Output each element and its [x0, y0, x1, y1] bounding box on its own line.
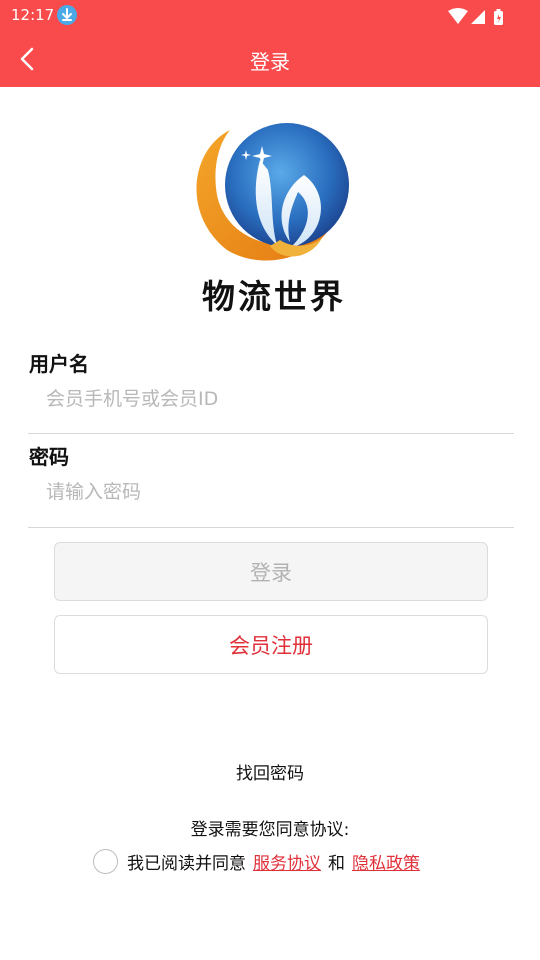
find-password-link[interactable]: 找回密码	[0, 759, 540, 784]
username-divider	[28, 433, 514, 434]
page-title: 登录	[250, 50, 290, 74]
agreement-radio[interactable]	[93, 848, 118, 874]
username-label: 用户名	[29, 352, 89, 376]
agreement-and: 和	[328, 853, 345, 874]
username-input[interactable]	[28, 379, 514, 419]
download-icon	[57, 5, 77, 25]
password-divider	[28, 527, 514, 528]
logo-text: 物流世界	[202, 277, 346, 316]
agreement-row: 我已阅读并同意 服务协议 和 隐私政策	[93, 847, 420, 875]
status-bar: 12:17	[0, 0, 540, 32]
password-label: 密码	[29, 445, 69, 469]
app-logo: 物流世界	[182, 120, 362, 316]
service-agreement-link[interactable]: 服务协议	[253, 849, 321, 874]
battery-icon	[494, 9, 503, 25]
signal-icon	[471, 10, 485, 24]
agreement-heading: 登录需要您同意协议:	[190, 820, 350, 840]
system-icons	[448, 8, 506, 30]
privacy-policy-link[interactable]: 隐私政策	[352, 849, 420, 874]
app-bar: 登录	[0, 32, 540, 87]
status-time: 12:17	[11, 6, 55, 24]
agreement-prefix: 我已阅读并同意	[127, 853, 246, 874]
login-button[interactable]: 登录	[54, 542, 488, 601]
password-input[interactable]	[28, 472, 514, 512]
register-button[interactable]: 会员注册	[54, 615, 488, 674]
logo-emblem-icon	[196, 123, 349, 261]
wifi-icon	[448, 8, 468, 24]
